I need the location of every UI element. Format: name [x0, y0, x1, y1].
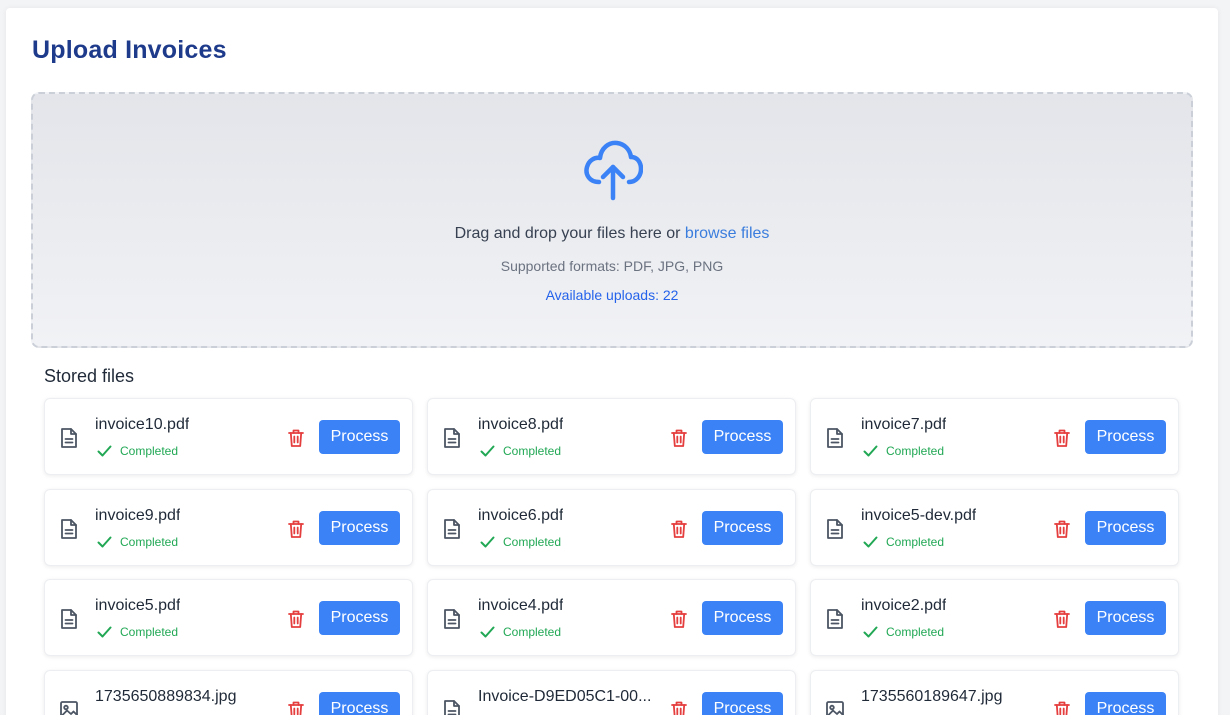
document-icon — [59, 608, 79, 630]
file-card: invoice2.pdf Completed Process — [810, 579, 1179, 656]
status-text: Completed — [120, 535, 179, 549]
file-name: Invoice-D9ED05C1-00... — [478, 688, 652, 705]
file-name: 1735560189647.jpg — [861, 688, 1003, 705]
check-icon — [97, 536, 112, 548]
trash-icon[interactable] — [1053, 609, 1071, 629]
trash-icon[interactable] — [670, 609, 688, 629]
check-icon — [863, 445, 878, 457]
file-card: invoice5.pdf Completed Process — [44, 579, 413, 656]
trash-icon[interactable] — [670, 700, 688, 715]
status-badge: Completed — [863, 444, 944, 458]
document-icon — [825, 427, 845, 449]
upload-invoices-panel: Upload Invoices Drag and drop your files… — [6, 8, 1218, 715]
file-card: invoice10.pdf Completed Process — [44, 398, 413, 475]
trash-icon[interactable] — [287, 428, 305, 448]
status-text: Completed — [120, 625, 179, 639]
process-button[interactable]: Process — [1085, 420, 1166, 454]
supported-formats: Supported formats: PDF, JPG, PNG — [500, 258, 724, 274]
status-text: Completed — [503, 535, 562, 549]
file-card: Invoice-D9ED05C1-00... Process — [427, 670, 796, 715]
trash-icon[interactable] — [287, 519, 305, 539]
check-icon — [863, 626, 878, 638]
process-button[interactable]: Process — [702, 601, 783, 635]
process-button[interactable]: Process — [1085, 692, 1166, 715]
status-badge: Completed — [97, 444, 178, 458]
file-dropzone[interactable]: Drag and drop your files here or browse … — [31, 92, 1193, 348]
document-icon — [442, 518, 462, 540]
process-button[interactable]: Process — [319, 601, 400, 635]
document-icon — [442, 608, 462, 630]
trash-icon[interactable] — [287, 700, 305, 715]
file-name: invoice5.pdf — [95, 597, 181, 614]
trash-icon[interactable] — [1053, 519, 1071, 539]
document-icon — [442, 427, 462, 449]
document-icon — [442, 699, 462, 715]
status-badge: Completed — [480, 535, 561, 549]
dropzone-text: Drag and drop your files here or — [454, 225, 685, 242]
check-icon — [863, 536, 878, 548]
process-button[interactable]: Process — [319, 511, 400, 545]
check-icon — [480, 626, 495, 638]
file-card: invoice8.pdf Completed Process — [427, 398, 796, 475]
process-button[interactable]: Process — [1085, 601, 1166, 635]
file-card: 1735650889834.jpg Process — [44, 670, 413, 715]
document-icon — [825, 608, 845, 630]
status-badge: Completed — [480, 625, 561, 639]
file-name: 1735650889834.jpg — [95, 688, 237, 705]
document-icon — [59, 518, 79, 540]
status-text: Completed — [503, 625, 562, 639]
process-button[interactable]: Process — [702, 511, 783, 545]
check-icon — [480, 536, 495, 548]
status-badge: Completed — [480, 444, 561, 458]
document-icon — [825, 518, 845, 540]
file-name: invoice10.pdf — [95, 416, 190, 433]
trash-icon[interactable] — [1053, 700, 1071, 715]
dropzone-instructions: Drag and drop your files here or browse … — [33, 225, 1191, 243]
file-name: invoice5-dev.pdf — [861, 507, 977, 524]
cloud-upload-icon — [584, 140, 643, 201]
trash-icon[interactable] — [670, 428, 688, 448]
file-name: invoice4.pdf — [478, 597, 564, 614]
file-name: invoice7.pdf — [861, 416, 947, 433]
status-text: Completed — [886, 625, 945, 639]
status-badge: Completed — [97, 625, 178, 639]
trash-icon[interactable] — [1053, 428, 1071, 448]
page-title: Upload Invoices — [32, 36, 227, 64]
file-card: invoice5-dev.pdf Completed Process — [810, 489, 1179, 566]
process-button[interactable]: Process — [319, 692, 400, 715]
check-icon — [97, 626, 112, 638]
image-icon — [825, 699, 845, 715]
check-icon — [97, 445, 112, 457]
browse-files-link[interactable]: browse files — [685, 225, 769, 242]
file-name: invoice2.pdf — [861, 597, 947, 614]
file-card: 1735560189647.jpg Process — [810, 670, 1179, 715]
status-badge: Completed — [97, 535, 178, 549]
trash-icon[interactable] — [670, 519, 688, 539]
available-uploads: Available uploads: 22 — [545, 287, 679, 303]
stored-files-heading: Stored files — [44, 366, 135, 386]
file-name: invoice9.pdf — [95, 507, 181, 524]
file-card: invoice9.pdf Completed Process — [44, 489, 413, 566]
status-text: Completed — [120, 444, 179, 458]
status-text: Completed — [886, 535, 945, 549]
file-name: invoice6.pdf — [478, 507, 564, 524]
status-text: Completed — [503, 444, 562, 458]
process-button[interactable]: Process — [1085, 511, 1166, 545]
process-button[interactable]: Process — [702, 420, 783, 454]
document-icon — [59, 427, 79, 449]
process-button[interactable]: Process — [702, 692, 783, 715]
process-button[interactable]: Process — [319, 420, 400, 454]
file-card: invoice6.pdf Completed Process — [427, 489, 796, 566]
file-card: invoice4.pdf Completed Process — [427, 579, 796, 656]
file-card: invoice7.pdf Completed Process — [810, 398, 1179, 475]
status-badge: Completed — [863, 625, 944, 639]
trash-icon[interactable] — [287, 609, 305, 629]
image-icon — [59, 699, 79, 715]
status-badge: Completed — [863, 535, 944, 549]
status-text: Completed — [886, 444, 945, 458]
file-name: invoice8.pdf — [478, 416, 564, 433]
check-icon — [480, 445, 495, 457]
